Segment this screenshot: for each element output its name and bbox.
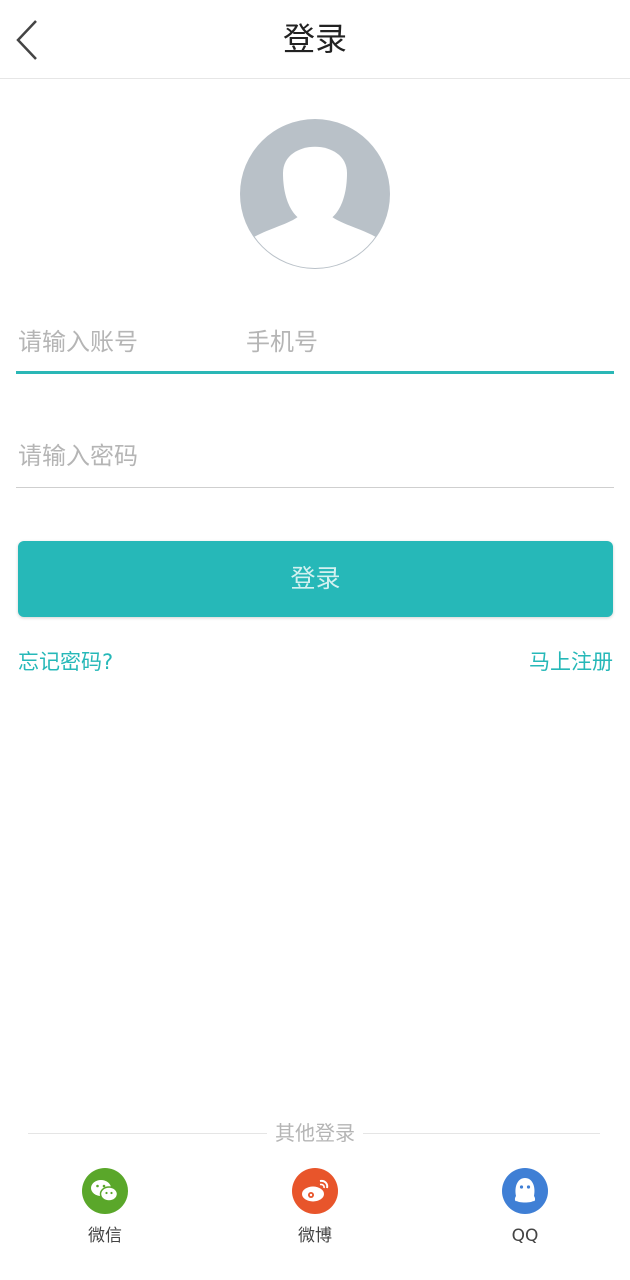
qq-label: QQ [511, 1226, 539, 1246]
login-button[interactable]: 登录 [18, 541, 613, 617]
qq-login-button[interactable]: QQ [465, 1168, 585, 1248]
wechat-label: 微信 [88, 1226, 122, 1246]
other-login-title: 其他登录 [267, 1121, 363, 1145]
other-login-title-wrap: 其他登录 [0, 1118, 630, 1148]
password-field [16, 426, 618, 488]
default-user-avatar-icon [240, 119, 390, 269]
page-title: 登录 [282, 20, 347, 58]
qq-icon [502, 1168, 548, 1214]
wechat-icon [82, 1168, 128, 1214]
wechat-login-button[interactable]: 微信 [45, 1168, 165, 1248]
app-header: 登录 [0, 0, 630, 79]
register-link[interactable]: 马上注册 [529, 646, 613, 678]
forgot-password-link[interactable]: 忘记密码? [18, 646, 113, 678]
weibo-icon [292, 1168, 338, 1214]
weibo-label: 微博 [298, 1226, 332, 1246]
password-input[interactable] [16, 426, 618, 486]
avatar [239, 118, 391, 270]
phone-hint: 手机号 [246, 328, 318, 356]
weibo-login-button[interactable]: 微博 [255, 1168, 375, 1248]
account-field: 手机号 [16, 312, 618, 374]
